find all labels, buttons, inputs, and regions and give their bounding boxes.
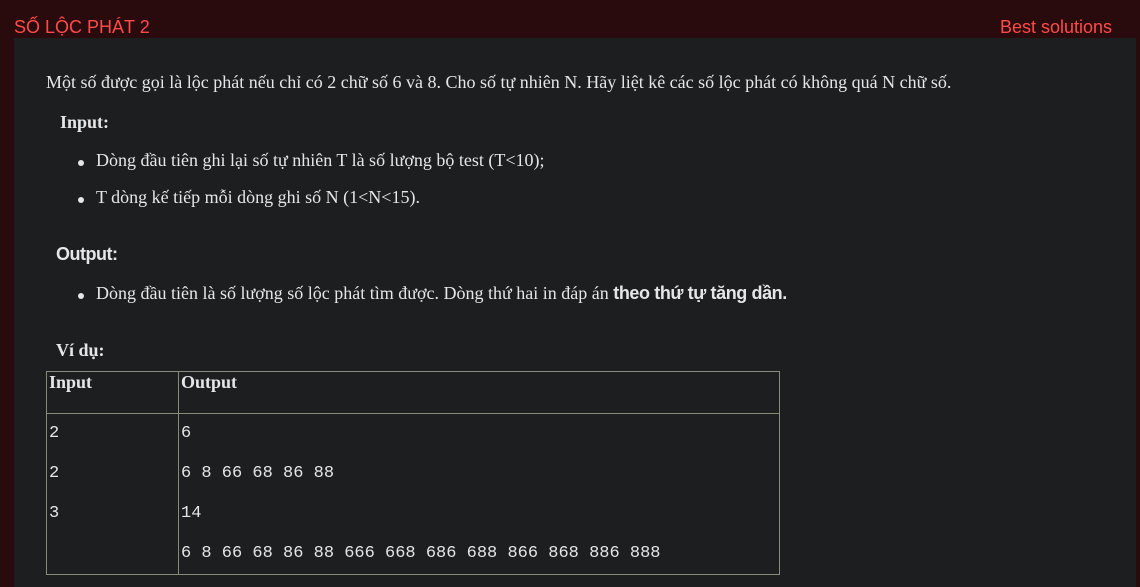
example-input-line: 3 [49,504,60,523]
problem-description: Một số được gọi là lộc phát nếu chỉ có 2… [46,72,952,92]
output-item: Dòng đầu tiên là số lượng số lộc phát tì… [78,283,787,304]
output-item-emphasis: theo thứ tự tăng dần. [613,283,787,303]
table-row: 2 2 3 6 6 8 66 68 86 88 14 6 8 66 68 86 … [46,413,780,575]
input-heading: Input: [60,112,110,132]
example-output-line: 6 [181,424,192,443]
input-item: T dòng kế tiếp mỗi dòng ghi số N (1<N<15… [78,187,420,207]
table-header-row: Input Output [46,371,780,414]
problem-header: SỐ LỘC PHÁT 2 Best solutions [0,0,1140,38]
problem-statement-panel: Một số được gọi là lộc phát nếu chỉ có 2… [14,38,1136,587]
example-input-line: 2 [49,464,60,483]
example-input-line: 2 [49,424,60,443]
problem-window: SỐ LỘC PHÁT 2 Best solutions Một số được… [0,0,1140,587]
example-output-line: 14 [181,504,202,523]
best-solutions-link[interactable]: Best solutions [1000,17,1112,38]
example-output-line: 6 8 66 68 86 88 666 668 686 688 866 868 … [181,544,661,563]
table-header-output: Output [178,371,780,414]
example-output-line: 6 8 66 68 86 88 [181,464,335,483]
output-heading: Output: [56,244,118,264]
problem-title: SỐ LỘC PHÁT 2 [14,17,150,37]
output-item-text: Dòng đầu tiên là số lượng số lộc phát tì… [96,283,614,303]
example-table: Input Output 2 2 3 6 6 8 66 68 86 88 14 … [46,371,780,575]
example-output-cell: 6 6 8 66 68 86 88 14 6 8 66 68 86 88 666… [178,413,780,575]
example-input-line [49,534,178,574]
input-item: Dòng đầu tiên ghi lại số tự nhiên T là s… [77,150,545,170]
example-heading: Ví dụ: [56,340,105,360]
example-input-cell: 2 2 3 [46,413,179,575]
table-header-input: Input [46,371,179,414]
